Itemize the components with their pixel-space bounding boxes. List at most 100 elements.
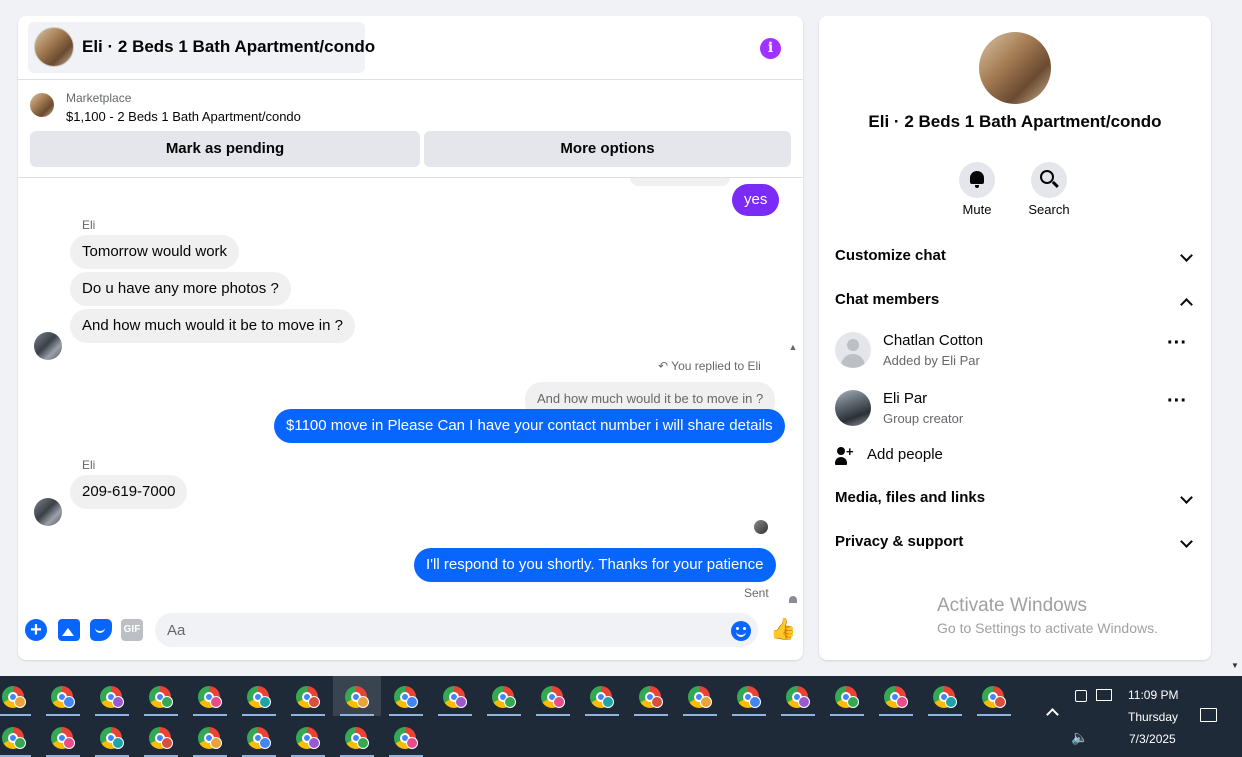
incoming-message: And how much would it be to move in ? [70,309,355,343]
chrome-profile-icon[interactable] [88,676,136,716]
running-indicator [585,714,619,716]
search-label: Search [1028,202,1070,217]
chrome-profile-icon[interactable] [88,717,136,757]
running-indicator [438,714,472,716]
add-people-button[interactable]: + Add people [835,444,1035,469]
clock-day[interactable]: Thursday [1128,710,1178,724]
running-indicator [683,714,717,716]
chrome-profile-icon[interactable] [39,717,87,757]
info-panel: Eli · 2 Beds 1 Bath Apartment/condo Mute… [819,16,1211,660]
privacy-support-section[interactable]: Privacy & support [835,533,1195,557]
chrome-profile-icon[interactable] [774,676,822,716]
chrome-profile-icon[interactable] [186,676,234,716]
network-icon[interactable] [1096,689,1112,701]
outgoing-message: yes [732,184,780,216]
running-indicator [536,714,570,716]
chrome-profile-icon[interactable] [0,717,38,757]
chrome-profile-icon[interactable] [137,676,185,716]
chrome-profile-icon[interactable] [235,676,283,716]
profile-badge-icon [112,737,124,749]
sender-avatar[interactable] [34,498,62,526]
clock-time[interactable]: 11:09 PM [1128,688,1178,702]
gif-icon[interactable]: GIF [121,619,143,641]
chrome-profile-icon[interactable] [578,676,626,716]
conversation-title-button[interactable]: Eli · 2 Beds 1 Bath Apartment/condo [28,22,375,73]
sender-avatar[interactable] [34,332,62,360]
conversation-title: Eli · 2 Beds 1 Bath Apartment/condo [82,37,376,56]
running-indicator [242,714,276,716]
chrome-profile-icon[interactable] [627,676,675,716]
message-input[interactable] [155,613,758,647]
profile-badge-icon [749,696,761,708]
meet-now-icon[interactable] [1075,690,1087,702]
more-options-button[interactable]: More options [424,131,791,167]
member-row[interactable]: Chatlan Cotton Added by Eli Par ··· [835,332,1195,372]
chrome-profile-icon[interactable] [970,676,1018,716]
reply-arrow-icon: ↶ [658,359,672,373]
profile-badge-icon [63,737,75,749]
more-options-icon[interactable]: ··· [1165,333,1189,360]
chrome-profile-icon[interactable] [235,717,283,757]
listing-thumbnail [30,93,54,117]
chrome-profile-icon[interactable] [333,676,381,716]
member-row[interactable]: Eli Par Group creator ··· [835,390,1195,430]
running-indicator [340,714,374,716]
info-icon[interactable]: i [760,38,781,59]
thumbs-up-icon[interactable]: 👍 [770,618,796,642]
scroll-up-arrow-icon[interactable]: ▲ [787,342,799,354]
chrome-profile-icon[interactable] [382,717,430,757]
running-indicator [879,714,913,716]
running-indicator [732,714,766,716]
show-hidden-icons-icon[interactable] [1046,708,1059,721]
running-indicator [634,714,668,716]
avatar [835,390,871,426]
plus-icon[interactable]: + [25,619,47,641]
outgoing-message: $1100 move in Please Can I have your con… [274,409,785,443]
sender-name: Eli [82,458,96,472]
chrome-profile-icon[interactable] [676,676,724,716]
chrome-profile-icon[interactable] [725,676,773,716]
member-name: Chatlan Cotton [883,332,984,349]
media-files-links-section[interactable]: Media, files and links [835,489,1195,513]
profile-badge-icon [504,696,516,708]
more-options-icon[interactable]: ··· [1165,391,1189,418]
chrome-profile-icon[interactable] [382,676,430,716]
chrome-profile-icon[interactable] [480,676,528,716]
marketplace-listing[interactable]: Marketplace $1,100 - 2 Beds 1 Bath Apart… [18,80,803,130]
customize-chat-section[interactable]: Customize chat [835,247,1195,271]
profile-badge-icon [210,696,222,708]
chrome-profile-icon[interactable] [39,676,87,716]
profile-badge-icon [945,696,957,708]
chrome-profile-icon[interactable] [284,717,332,757]
chrome-profile-icon[interactable] [872,676,920,716]
search-button[interactable] [1031,162,1067,198]
composer: + GIF 👍 [18,606,803,660]
chrome-profile-icon[interactable] [333,717,381,757]
chevron-down-icon [1180,535,1193,548]
scrollbar-thumb[interactable] [789,596,797,603]
chrome-profile-icon[interactable] [921,676,969,716]
default-avatar-icon [835,332,871,368]
sticker-icon[interactable] [90,619,112,641]
page-scroll-down-icon[interactable]: ▼ [1231,661,1239,670]
member-role: Group creator [883,411,964,426]
chrome-profile-icon[interactable] [529,676,577,716]
add-people-label: Add people [867,446,943,463]
volume-icon[interactable]: 🔈 [1071,729,1088,746]
clock-date[interactable]: 7/3/2025 [1129,732,1176,746]
notification-center-icon[interactable] [1200,708,1217,722]
photo-icon[interactable] [58,619,80,641]
chrome-profile-icon[interactable] [0,676,38,716]
mark-as-pending-button[interactable]: Mark as pending [30,131,420,167]
emoji-icon[interactable] [731,621,751,641]
mute-button[interactable] [959,162,995,198]
chat-members-section[interactable]: Chat members [835,291,1195,315]
chrome-profile-icon[interactable] [431,676,479,716]
chrome-profile-icon[interactable] [137,717,185,757]
chrome-profile-icon[interactable] [823,676,871,716]
chrome-profile-icon[interactable] [186,717,234,757]
chrome-profile-icon[interactable] [284,676,332,716]
running-indicator [928,714,962,716]
search-icon [1040,170,1054,184]
chat-panel: Eli · 2 Beds 1 Bath Apartment/condo i Ma… [18,16,803,660]
